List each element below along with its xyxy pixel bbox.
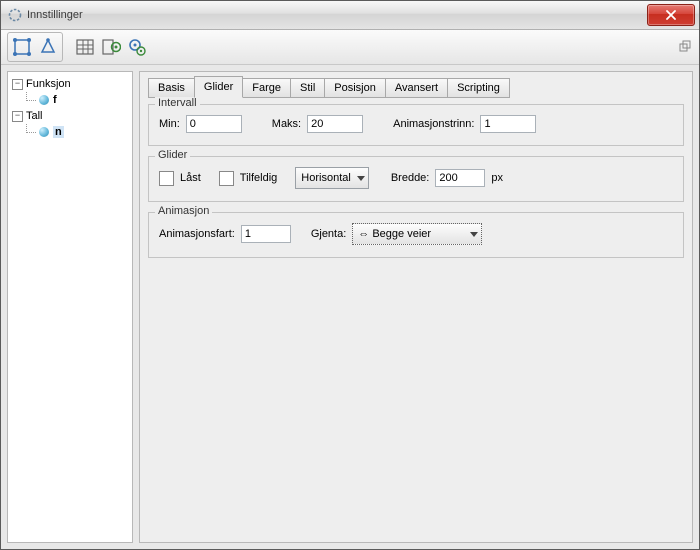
collapse-icon[interactable]: −	[12, 79, 23, 90]
tree-node-tall[interactable]: − Tall	[10, 108, 130, 124]
gjenta-value: ⇔ Begge veier	[358, 228, 431, 240]
min-input[interactable]	[186, 115, 242, 133]
tree-label: Tall	[26, 110, 43, 122]
toolbar-defaults-button[interactable]	[99, 35, 123, 59]
app-icon	[7, 7, 23, 23]
object-icon	[39, 127, 49, 137]
glider-group: Glider Låst Tilfeldig Horisontal Bredde:…	[148, 156, 684, 202]
tilfeldig-label: Tilfeldig	[240, 172, 278, 184]
tab-posisjon[interactable]: Posisjon	[324, 78, 386, 98]
bredde-input[interactable]	[435, 169, 485, 187]
orientering-value: Horisontal	[301, 172, 351, 184]
bredde-unit: px	[491, 172, 503, 184]
close-button[interactable]	[647, 4, 695, 26]
tab-glider[interactable]: Glider	[194, 76, 243, 98]
tree-label: Funksjon	[26, 78, 71, 90]
tab-scripting[interactable]: Scripting	[447, 78, 510, 98]
window-title: Innstillinger	[27, 9, 83, 21]
laast-label: Låst	[180, 172, 201, 184]
toolbar-detach-icon[interactable]	[679, 40, 693, 54]
animasjon-group: Animasjon Animasjonsfart: Gjenta: ⇔ Begg…	[148, 212, 684, 258]
tab-stil[interactable]: Stil	[290, 78, 325, 98]
tree-node-n[interactable]: n	[10, 124, 130, 140]
intervall-title: Intervall	[155, 97, 200, 109]
laast-checkbox[interactable]	[159, 171, 174, 186]
maks-label: Maks:	[272, 118, 301, 130]
maks-input[interactable]	[307, 115, 363, 133]
chevron-down-icon	[357, 176, 365, 181]
gjenta-label: Gjenta:	[311, 228, 346, 240]
tab-bar: Basis Glider Farge Stil Posisjon Avanser…	[148, 78, 684, 98]
toolbar-spreadsheet-button[interactable]	[73, 35, 97, 59]
trinn-input[interactable]	[480, 115, 536, 133]
tab-avansert[interactable]: Avansert	[385, 78, 448, 98]
orientering-select[interactable]: Horisontal	[295, 167, 369, 189]
tab-farge[interactable]: Farge	[242, 78, 291, 98]
collapse-icon[interactable]: −	[12, 111, 23, 122]
toolbar-type-button[interactable]	[36, 35, 60, 59]
tab-basis[interactable]: Basis	[148, 78, 195, 98]
toolbar	[1, 30, 699, 65]
properties-panel: Basis Glider Farge Stil Posisjon Avanser…	[139, 71, 693, 543]
fart-input[interactable]	[241, 225, 291, 243]
trinn-label: Animasjonstrinn:	[393, 118, 474, 130]
bredde-label: Bredde:	[391, 172, 430, 184]
fart-label: Animasjonsfart:	[159, 228, 235, 240]
toolbar-advanced-button[interactable]	[125, 35, 149, 59]
tree-label: n	[53, 126, 64, 138]
animasjon-title: Animasjon	[155, 205, 212, 217]
glider-title: Glider	[155, 149, 190, 161]
tilfeldig-checkbox[interactable]	[219, 171, 234, 186]
intervall-group: Intervall Min: Maks: Animasjonstrinn:	[148, 104, 684, 146]
object-icon	[39, 95, 49, 105]
toolbar-objects-button[interactable]	[10, 35, 34, 59]
min-label: Min:	[159, 118, 180, 130]
gjenta-select[interactable]: ⇔ Begge veier	[352, 223, 482, 245]
titlebar: Innstillinger	[1, 1, 699, 30]
chevron-down-icon	[470, 232, 478, 237]
tree-node-funksjon[interactable]: − Funksjon	[10, 76, 130, 92]
object-tree[interactable]: − Funksjon f − Tall n	[7, 71, 133, 543]
tree-node-f[interactable]: f	[10, 92, 130, 108]
tree-label: f	[53, 94, 57, 106]
